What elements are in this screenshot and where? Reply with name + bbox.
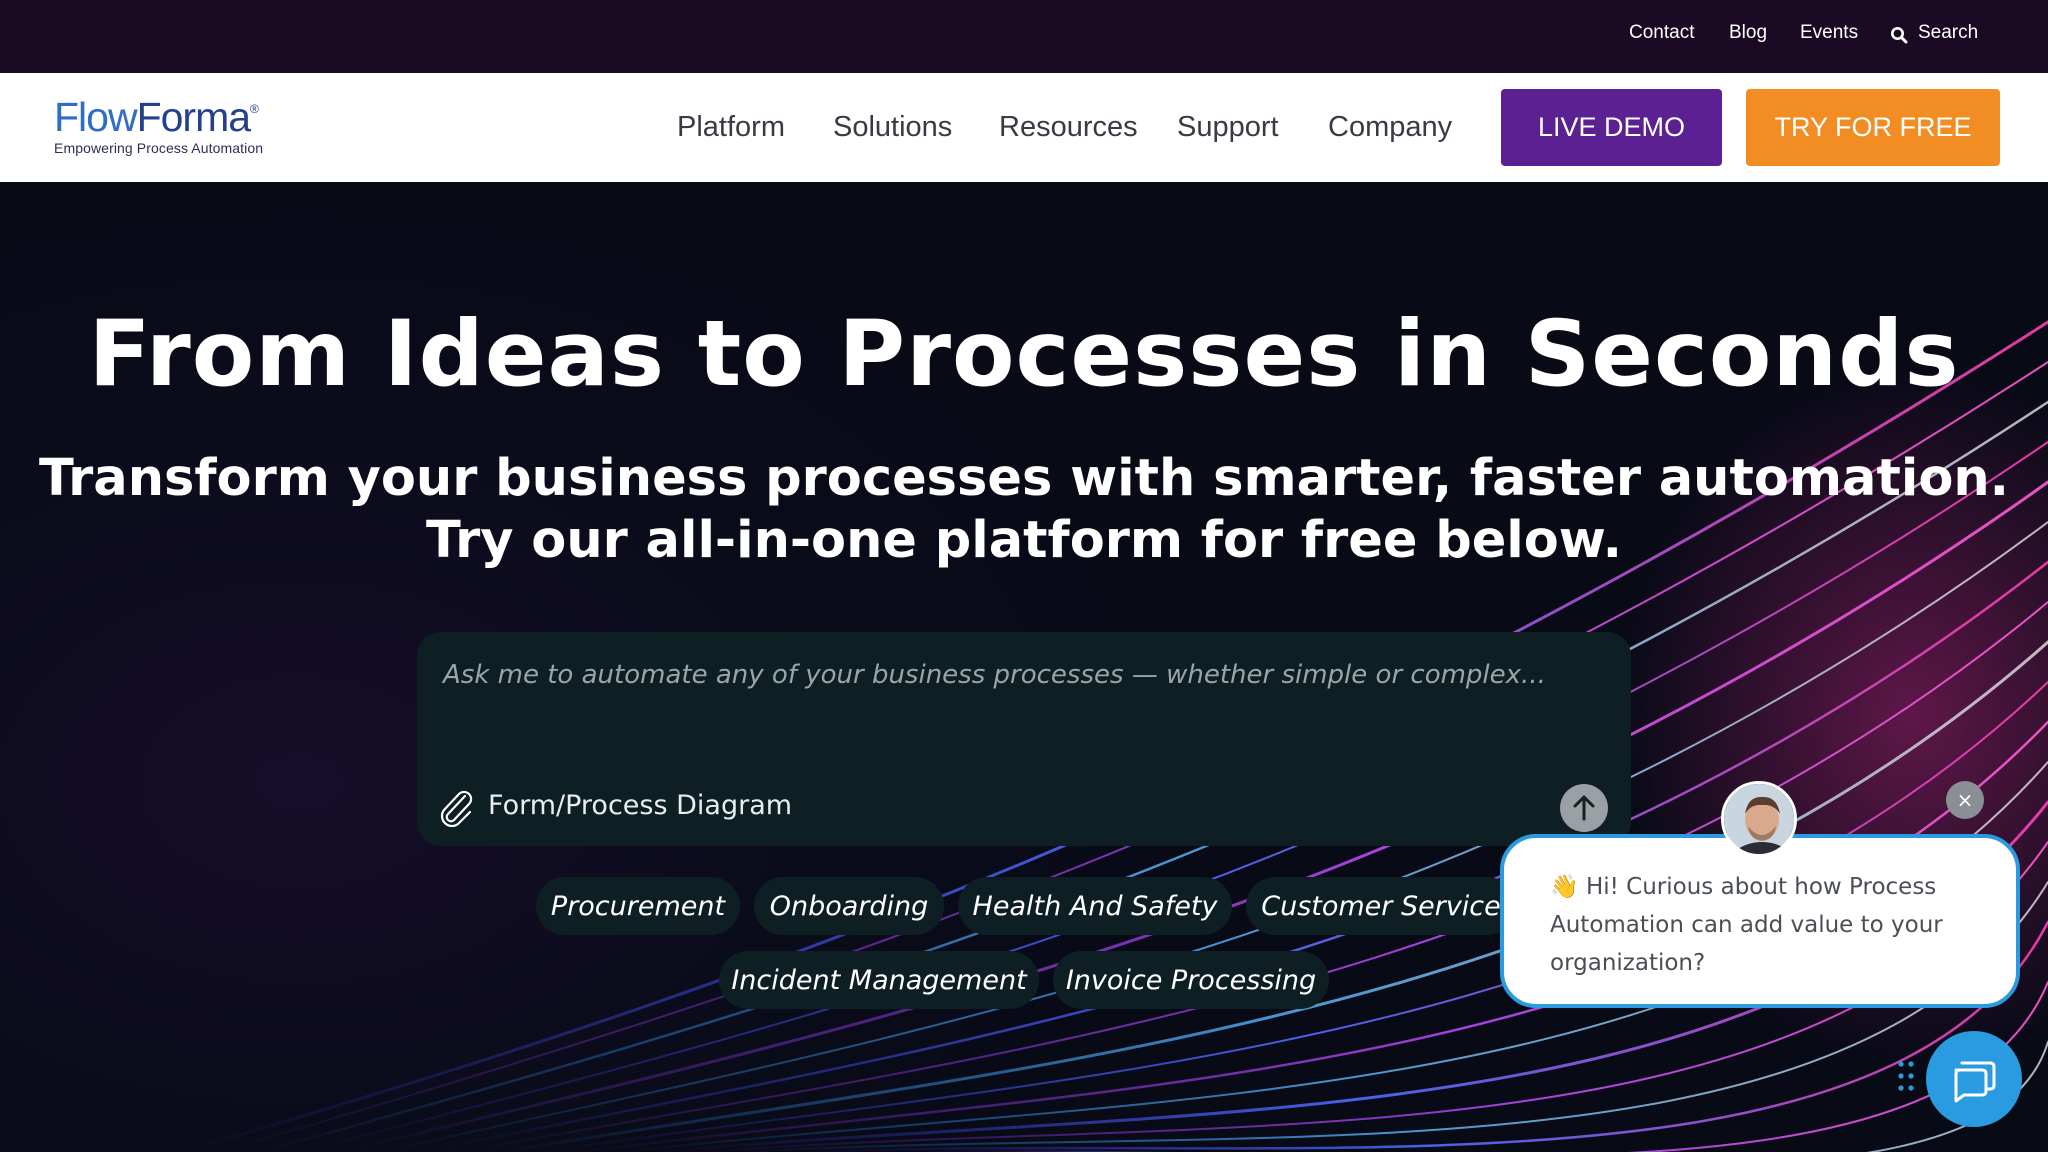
- hero-title: From Ideas to Processes in Seconds: [88, 302, 1960, 407]
- live-demo-button[interactable]: LIVE DEMO: [1501, 89, 1722, 166]
- chip-health-and-safety[interactable]: Health And Safety: [958, 877, 1232, 935]
- prompt-input-box[interactable]: Ask me to automate any of your business …: [417, 632, 1631, 846]
- chat-greeting-text: 👋 Hi! Curious about how Process Automati…: [1550, 868, 1990, 982]
- logo-registered: ®: [250, 102, 259, 116]
- logo-tagline: Empowering Process Automation: [54, 140, 264, 156]
- chip-onboarding[interactable]: Onboarding: [754, 877, 944, 935]
- agent-avatar: [1721, 781, 1797, 857]
- drag-dots-icon[interactable]: [1896, 1058, 1916, 1098]
- chip-procurement[interactable]: Procurement: [536, 877, 740, 935]
- wave-emoji: 👋: [1550, 874, 1579, 900]
- main-nav: FlowForma® Empowering Process Automation…: [0, 73, 2048, 182]
- chat-greeting-bubble[interactable]: 👋 Hi! Curious about how Process Automati…: [1500, 834, 2020, 1008]
- logo-word-flow: Flow: [54, 94, 138, 140]
- send-button[interactable]: [1560, 784, 1608, 832]
- chip-incident-management[interactable]: Incident Management: [719, 951, 1039, 1009]
- nav-resources[interactable]: Resources: [999, 111, 1138, 144]
- arrow-up-icon: [1573, 795, 1595, 821]
- search-link[interactable]: Search: [1918, 22, 1978, 44]
- attach-form-diagram-label[interactable]: Form/Process Diagram: [488, 790, 792, 821]
- logo-word-forma: Forma: [136, 94, 251, 140]
- nav-support[interactable]: Support: [1177, 111, 1279, 144]
- flowforma-logo[interactable]: FlowForma® Empowering Process Automation: [54, 94, 264, 157]
- hero-subtitle-line-2: Try our all-in-one platform for free bel…: [425, 511, 1623, 570]
- try-for-free-button[interactable]: TRY FOR FREE: [1746, 89, 2000, 166]
- chip-invoice-processing[interactable]: Invoice Processing: [1053, 951, 1329, 1009]
- chat-launcher-button[interactable]: [1926, 1031, 2022, 1127]
- nav-company[interactable]: Company: [1328, 111, 1452, 144]
- chat-message: Hi! Curious about how Process Automation…: [1550, 874, 1943, 976]
- events-link[interactable]: Events: [1800, 22, 1858, 44]
- utility-bar: Contact Blog Events Search: [0, 0, 2048, 73]
- nav-solutions[interactable]: Solutions: [833, 111, 952, 144]
- chat-icon: [1954, 1061, 1996, 1103]
- blog-link[interactable]: Blog: [1729, 22, 1767, 44]
- close-icon[interactable]: ×: [1946, 781, 1984, 819]
- nav-platform[interactable]: Platform: [677, 111, 785, 144]
- hero-subtitle: Transform your business processes with s…: [0, 448, 2048, 572]
- hero-subtitle-line-1: Transform your business processes with s…: [38, 449, 2010, 508]
- paperclip-icon[interactable]: [437, 787, 475, 827]
- chip-customer-service[interactable]: Customer Service: [1246, 877, 1516, 935]
- contact-link[interactable]: Contact: [1629, 22, 1694, 44]
- search-icon[interactable]: [1890, 26, 1908, 44]
- prompt-placeholder[interactable]: Ask me to automate any of your business …: [443, 660, 1546, 690]
